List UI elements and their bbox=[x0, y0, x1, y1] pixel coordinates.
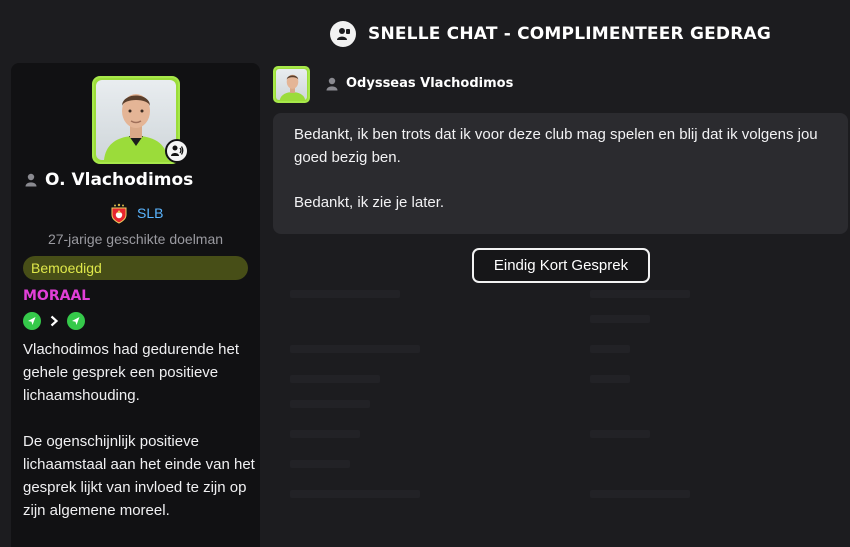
page-header: SNELLE CHAT - COMPLIMENTEER GEDRAG bbox=[330, 20, 771, 48]
morale-paragraph: Vlachodimos had gedurende het gehele ges… bbox=[23, 341, 239, 404]
status-badge: Bemoedigd bbox=[23, 256, 248, 280]
voice-icon bbox=[165, 139, 189, 163]
morale-heading: MORAAL bbox=[23, 288, 91, 304]
morale-good-icon bbox=[23, 312, 41, 330]
speaker-name: Odysseas Vlachodimos bbox=[346, 76, 514, 91]
morale-change bbox=[23, 312, 85, 330]
club-link[interactable]: SLB bbox=[108, 201, 163, 225]
chat-message-bubble: Bedankt, ik ben trots dat ik voor deze c… bbox=[273, 113, 848, 234]
chat-speaker[interactable]: Odysseas Vlachodimos bbox=[326, 76, 513, 91]
speaker-avatar[interactable] bbox=[273, 66, 310, 103]
chevron-right-icon bbox=[50, 315, 59, 327]
morale-good-icon bbox=[67, 312, 85, 330]
player-chat-icon bbox=[330, 21, 356, 47]
morale-paragraph: De ogenschijnlijk positieve lichaamstaal… bbox=[23, 433, 255, 519]
club-name: SLB bbox=[137, 205, 164, 221]
player-name[interactable]: O. Vlachodimos bbox=[25, 170, 193, 190]
player-description: 27-jarige geschikte doelman bbox=[47, 231, 224, 247]
person-icon bbox=[326, 77, 338, 90]
player-info-panel: O. Vlachodimos SLB 27-jarige geschikte d… bbox=[11, 63, 260, 547]
page-title: SNELLE CHAT - COMPLIMENTEER GEDRAG bbox=[368, 24, 772, 44]
person-icon bbox=[25, 173, 37, 187]
chat-message: Bedankt, ik zie je later. bbox=[294, 194, 445, 211]
player-name-text: O. Vlachodimos bbox=[45, 170, 194, 190]
morale-explanation: Vlachodimos had gedurende het gehele ges… bbox=[23, 338, 255, 545]
club-crest-icon bbox=[111, 203, 127, 224]
end-conversation-button[interactable]: Eindig Kort Gesprek bbox=[472, 248, 650, 283]
chat-message: Bedankt, ik ben trots dat ik voor deze c… bbox=[294, 126, 818, 166]
